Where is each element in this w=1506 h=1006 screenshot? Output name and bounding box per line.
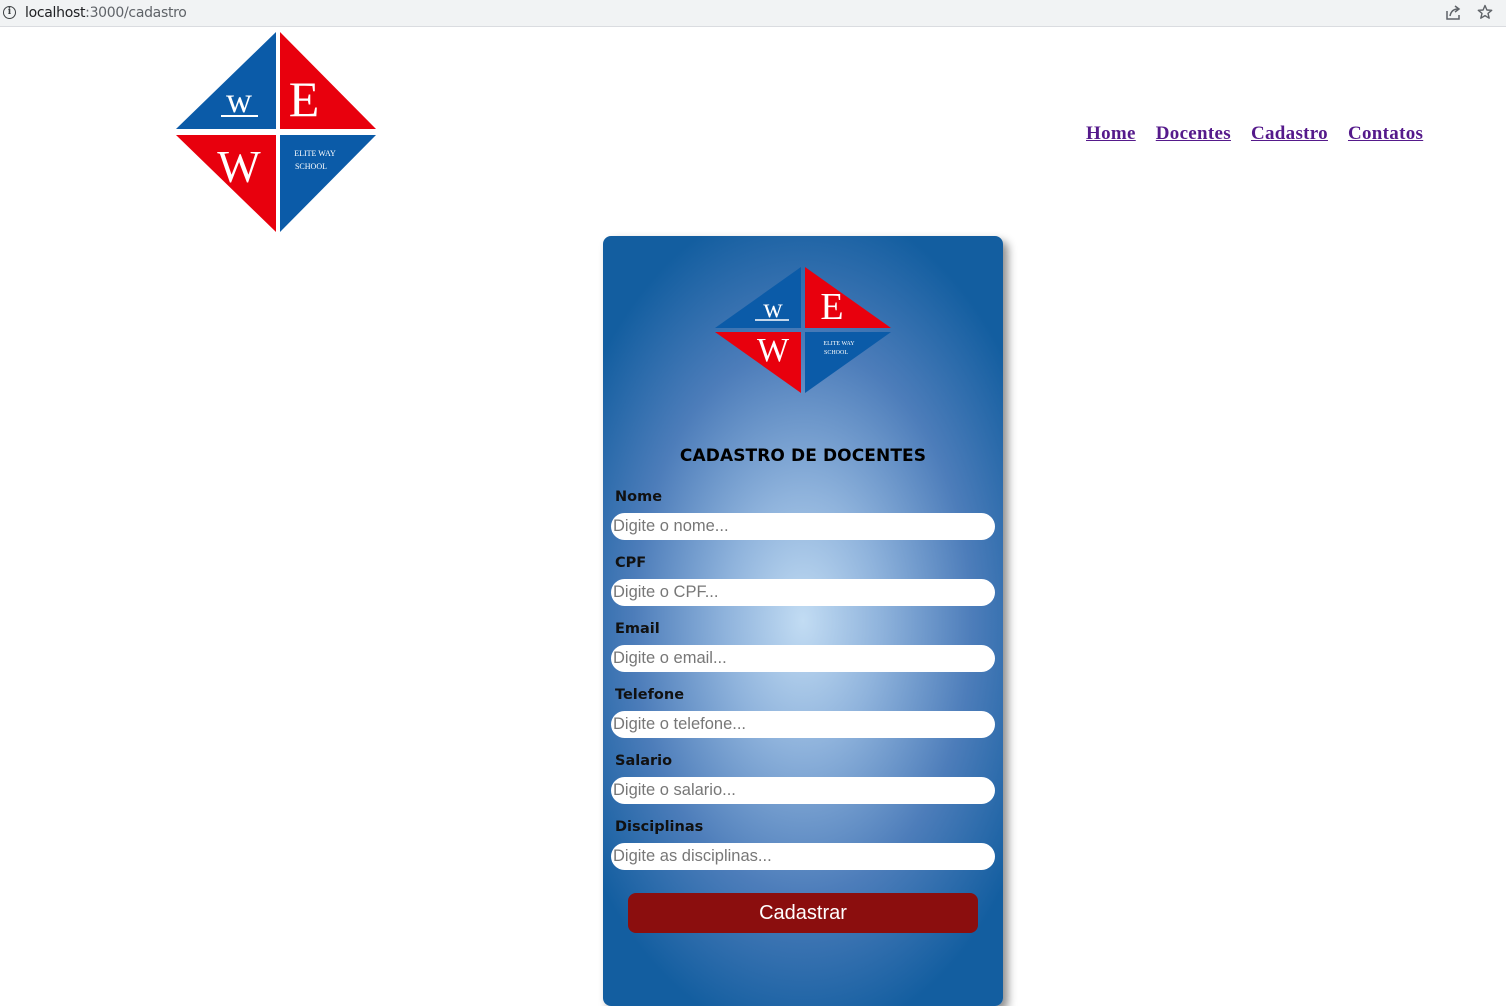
disciplinas-input[interactable]	[611, 843, 995, 870]
url-path: :3000/cadastro	[85, 5, 187, 21]
svg-text:W: W	[757, 332, 790, 369]
nav-contatos-link[interactable]: Contatos	[1348, 123, 1423, 145]
salario-input[interactable]	[611, 777, 995, 804]
bookmark-star-icon[interactable]	[1477, 4, 1493, 20]
telefone-label: Telefone	[615, 687, 685, 703]
svg-text:w: w	[226, 80, 252, 120]
email-label: Email	[615, 621, 660, 637]
svg-text:SCHOOL: SCHOOL	[295, 162, 327, 171]
nav-home-link[interactable]: Home	[1086, 123, 1136, 145]
email-input[interactable]	[611, 645, 995, 672]
svg-text:E: E	[820, 286, 843, 328]
main-nav: Home Docentes Cadastro Contatos	[1086, 123, 1423, 145]
cadastrar-button[interactable]: Cadastrar	[628, 893, 978, 933]
svg-text:ELITE WAY: ELITE WAY	[823, 341, 855, 347]
registration-card: w E W ELITE WAY SCHOOL CADASTRO DE DOCEN…	[603, 236, 1003, 1006]
nav-cadastro-link[interactable]: Cadastro	[1251, 123, 1328, 145]
svg-text:w: w	[763, 293, 783, 323]
url-host: localhost	[25, 5, 86, 21]
nome-label: Nome	[615, 489, 663, 505]
disciplinas-label: Disciplinas	[615, 819, 704, 835]
share-icon[interactable]	[1445, 5, 1461, 21]
cpf-label: CPF	[615, 555, 647, 571]
telefone-input[interactable]	[611, 711, 995, 738]
url-text[interactable]: localhost:3000/cadastro	[25, 5, 187, 21]
svg-text:ELITE WAY: ELITE WAY	[294, 149, 336, 158]
cpf-input[interactable]	[611, 579, 995, 606]
nav-docentes-link[interactable]: Docentes	[1156, 123, 1231, 145]
nome-input[interactable]	[611, 513, 995, 540]
svg-text:W: W	[217, 141, 261, 192]
card-school-logo: w E W ELITE WAY SCHOOL	[715, 267, 891, 393]
browser-address-bar: i localhost:3000/cadastro	[0, 0, 1506, 27]
school-logo[interactable]: w E W ELITE WAY SCHOOL	[176, 32, 376, 232]
svg-text:E: E	[289, 71, 320, 127]
site-info-icon[interactable]: i	[3, 6, 16, 19]
form-title: CADASTRO DE DOCENTES	[679, 446, 927, 466]
salario-label: Salario	[615, 753, 673, 769]
svg-text:SCHOOL: SCHOOL	[824, 350, 848, 356]
